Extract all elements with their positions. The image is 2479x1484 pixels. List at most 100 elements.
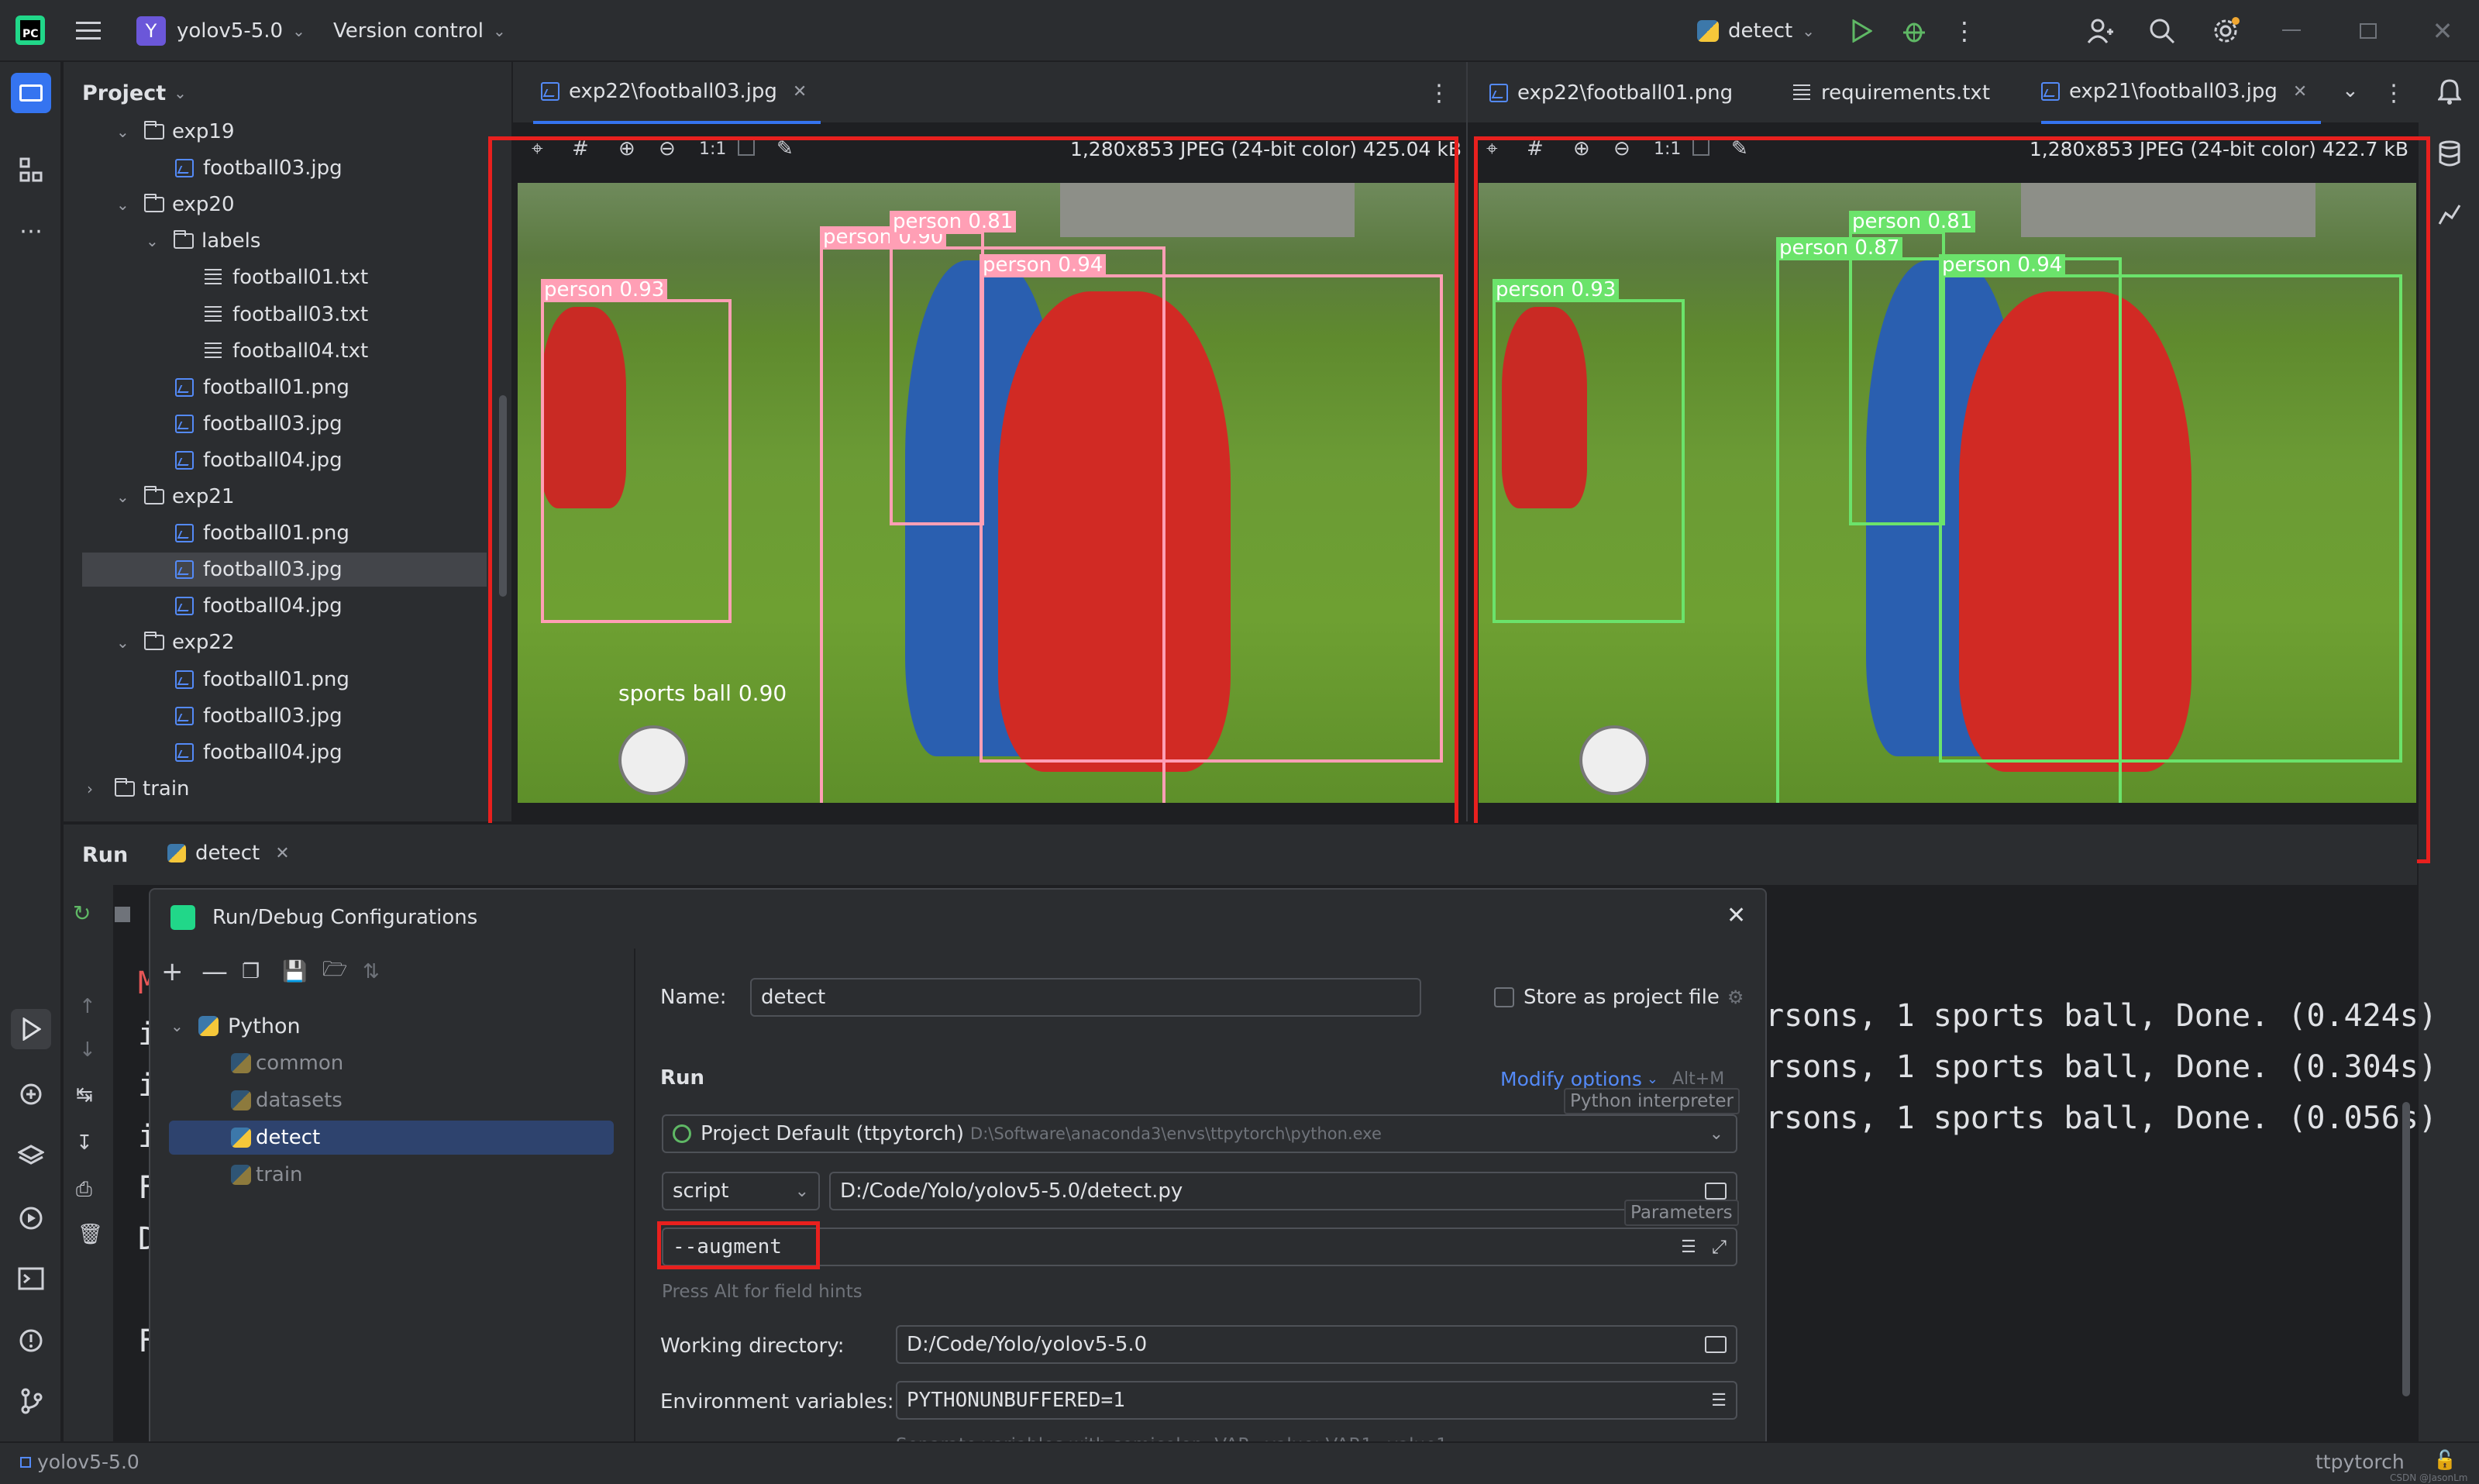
- console-scrollbar[interactable]: [2402, 1102, 2410, 1396]
- more-actions-icon[interactable]: ⋮: [1427, 77, 1451, 108]
- script-mode-select[interactable]: script ⌄: [662, 1172, 820, 1210]
- expand-icon[interactable]: ⤢: [1712, 1236, 1727, 1258]
- status-interpreter[interactable]: ttpytorch: [2315, 1451, 2405, 1473]
- tree-python-group[interactable]: ⌄ Python: [170, 1009, 301, 1043]
- chevron-right-icon[interactable]: ›: [87, 780, 104, 798]
- run-tab[interactable]: detect ✕: [167, 842, 290, 865]
- chevron-down-icon[interactable]: ⌄: [116, 195, 133, 214]
- name-field[interactable]: detect: [750, 978, 1421, 1017]
- folder-add-icon[interactable]: 🗁: [322, 955, 363, 989]
- tree-item-detect[interactable]: detect: [169, 1121, 614, 1155]
- main-menu-icon[interactable]: [74, 17, 102, 45]
- soft-wrap-icon[interactable]: ↹: [76, 1083, 93, 1107]
- list-icon[interactable]: ☰: [1711, 1391, 1727, 1410]
- scientific-mode-icon[interactable]: [2433, 197, 2467, 231]
- tree-file[interactable]: football03.jpg: [64, 407, 498, 441]
- editor-tab[interactable]: requirements.txt: [1793, 62, 1990, 124]
- add-user-icon[interactable]: [2085, 15, 2116, 46]
- stop-icon[interactable]: [115, 907, 130, 922]
- problems-icon[interactable]: [14, 1324, 48, 1358]
- tree-item-datasets[interactable]: datasets: [231, 1083, 343, 1117]
- tree-file[interactable]: football03.jpg: [64, 699, 498, 733]
- list-icon[interactable]: ☰: [1681, 1238, 1696, 1257]
- close-tab-icon[interactable]: ✕: [2293, 82, 2307, 102]
- sort-icon[interactable]: ⇅: [363, 960, 403, 983]
- script-path-field[interactable]: D:/Code/Yolo/yolov5-5.0/detect.py: [829, 1172, 1737, 1210]
- project-switcher[interactable]: Y yolov5-5.0 ⌄: [136, 15, 305, 46]
- database-icon[interactable]: [2433, 136, 2467, 170]
- tree-folder[interactable]: › train: [64, 772, 498, 806]
- run-tool-icon[interactable]: [11, 1009, 51, 1049]
- parameters-field[interactable]: --augment ☰ ⤢: [662, 1227, 1737, 1266]
- more-tools-icon[interactable]: ⋯: [14, 214, 48, 248]
- editor-tab[interactable]: exp22\football03.jpg ✕: [533, 62, 821, 124]
- tree-file[interactable]: football03.jpg: [64, 151, 498, 185]
- tree-file[interactable]: football04.jpg: [64, 589, 498, 623]
- terminal-icon[interactable]: [14, 1262, 48, 1296]
- lock-icon[interactable]: 🔓: [2433, 1449, 2457, 1471]
- scroll-to-end-icon[interactable]: ↧: [76, 1131, 93, 1155]
- structure-icon[interactable]: [14, 153, 48, 188]
- more-actions-icon[interactable]: ⋮: [1952, 15, 1977, 46]
- close-dialog-icon[interactable]: ✕: [1727, 902, 1746, 929]
- interpreter-select[interactable]: Project Default (ttpytorch) D:\Software\…: [662, 1114, 1737, 1153]
- tree-folder[interactable]: ⌄ exp22: [64, 625, 498, 659]
- modify-options-link[interactable]: Modify options ⌄ Alt+M: [1500, 1068, 1724, 1090]
- tree-file[interactable]: football04.jpg: [64, 735, 498, 770]
- tree-file[interactable]: football03.txt: [64, 298, 498, 332]
- chevron-down-icon[interactable]: ⌄: [2342, 79, 2359, 102]
- layers-icon[interactable]: [14, 1139, 48, 1173]
- scroll-down-icon[interactable]: ↓: [79, 1038, 96, 1062]
- folder-browse-icon[interactable]: [1705, 1336, 1727, 1353]
- services-icon[interactable]: [14, 1201, 48, 1235]
- editor-tab[interactable]: exp22\football01.png: [1489, 62, 1733, 124]
- close-window-icon[interactable]: ✕: [2427, 15, 2458, 46]
- editor-tab[interactable]: exp21\football03.jpg ✕: [2041, 62, 2322, 124]
- trash-icon[interactable]: 🗑: [77, 1223, 103, 1246]
- status-project[interactable]: yolov5-5.0: [20, 1451, 139, 1473]
- settings-gear-icon[interactable]: [2210, 15, 2241, 46]
- rerun-icon[interactable]: ↻: [73, 900, 91, 926]
- notifications-bell-icon[interactable]: [2433, 74, 2467, 108]
- tree-file[interactable]: football04.txt: [64, 334, 498, 368]
- tree-folder[interactable]: ⌄ labels: [64, 224, 498, 258]
- working-directory-field[interactable]: D:/Code/Yolo/yolov5-5.0: [896, 1325, 1737, 1364]
- tree-file[interactable]: football01.png: [64, 516, 498, 550]
- tree-item-common[interactable]: common: [231, 1046, 343, 1080]
- chevron-down-icon[interactable]: ⌄: [116, 487, 133, 506]
- minimize-icon[interactable]: [2282, 29, 2301, 31]
- print-icon[interactable]: ⎙: [76, 1178, 92, 1202]
- debug-icon[interactable]: [1899, 15, 1930, 46]
- tree-folder[interactable]: ⌄ exp20: [64, 188, 498, 222]
- python-console-icon[interactable]: [14, 1077, 48, 1111]
- close-tab-icon[interactable]: ✕: [793, 82, 807, 102]
- add-icon[interactable]: +: [161, 956, 201, 987]
- save-icon[interactable]: 💾: [282, 960, 322, 983]
- more-actions-icon[interactable]: ⋮: [2382, 77, 2405, 108]
- project-folder-icon[interactable]: [11, 73, 51, 113]
- run-icon[interactable]: [1846, 15, 1877, 46]
- environment-variables-field[interactable]: PYTHONUNBUFFERED=1 ☰: [896, 1381, 1737, 1420]
- run-config-selector[interactable]: detect ⌄: [1697, 15, 1815, 46]
- tree-folder[interactable]: ⌄ exp19: [64, 115, 498, 149]
- tree-file[interactable]: football01.png: [64, 370, 498, 405]
- scroll-up-icon[interactable]: ↑: [79, 995, 96, 1018]
- git-branch-icon[interactable]: [14, 1384, 48, 1418]
- tree-file[interactable]: football04.jpg: [64, 443, 498, 477]
- chevron-down-icon[interactable]: ⌄: [116, 122, 133, 141]
- tree-file[interactable]: football03.jpg: [82, 553, 487, 587]
- chevron-down-icon[interactable]: ⌄: [116, 633, 133, 652]
- version-control-menu[interactable]: Version control ⌄: [333, 15, 506, 46]
- restore-icon[interactable]: [2360, 23, 2377, 39]
- tree-folder[interactable]: ⌄ exp21: [64, 480, 498, 514]
- tree-file[interactable]: football01.png: [64, 663, 498, 697]
- tree-file[interactable]: football01.txt: [64, 260, 498, 294]
- folder-browse-icon[interactable]: [1705, 1183, 1727, 1200]
- chevron-down-icon[interactable]: ⌄: [146, 232, 163, 250]
- tree-item-train[interactable]: train: [231, 1158, 303, 1192]
- copy-icon[interactable]: ❐: [242, 960, 282, 983]
- store-as-project-file-checkbox[interactable]: Store as project file ⚙: [1494, 986, 1744, 1009]
- close-tab-icon[interactable]: ✕: [275, 844, 289, 863]
- project-panel-header[interactable]: Project ⌄: [82, 77, 187, 108]
- remove-icon[interactable]: —: [201, 956, 242, 987]
